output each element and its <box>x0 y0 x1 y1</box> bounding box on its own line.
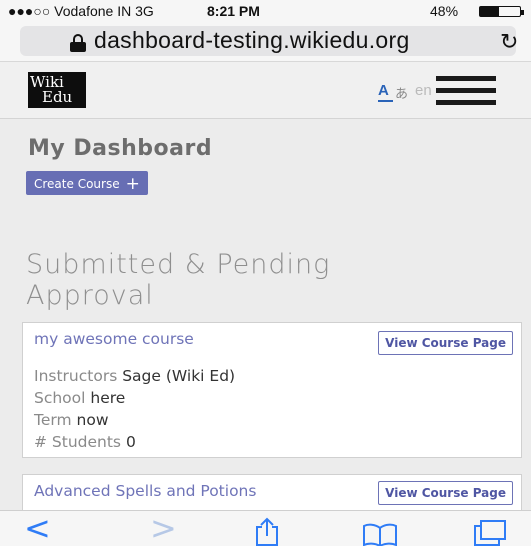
instructors-value: Sage (Wiki Ed) <box>122 367 236 385</box>
instructors-row: Instructors Sage (Wiki Ed) <box>34 367 235 385</box>
hamburger-menu-icon[interactable] <box>436 76 496 106</box>
battery-icon <box>479 6 524 17</box>
view-course-page-button[interactable]: View Course Page <box>378 331 513 355</box>
battery-level <box>480 7 500 16</box>
forward-icon[interactable]: > <box>150 509 177 546</box>
battery-percent: 48% <box>430 3 459 19</box>
create-course-label: Create Course <box>34 177 120 191</box>
section-title: Submitted & Pending Approval <box>26 249 331 311</box>
students-row: # Students 0 <box>34 433 136 451</box>
browser-toolbar: < > <box>0 509 531 546</box>
language-code[interactable]: en <box>415 82 432 99</box>
battery-tip <box>521 10 524 15</box>
translate-icon[interactable]: A あ <box>378 82 418 102</box>
reload-icon[interactable]: ↻ <box>500 30 518 55</box>
students-label: # Students <box>34 433 122 451</box>
school-label: School <box>34 389 86 407</box>
clock: 8:21 PM <box>207 3 260 19</box>
instructors-label: Instructors <box>34 367 118 385</box>
term-label: Term <box>34 411 72 429</box>
tabs-icon[interactable] <box>472 515 508 546</box>
view-course-page-button[interactable]: View Course Page <box>378 481 513 505</box>
course-title[interactable]: my awesome course <box>34 330 194 348</box>
carrier-label: ●●●○○ Vodafone IN 3G <box>8 3 154 19</box>
back-icon[interactable]: < <box>24 509 51 546</box>
create-course-button[interactable]: Create Course + <box>26 171 148 195</box>
translate-glyph-a: A <box>378 82 389 99</box>
url-text[interactable]: dashboard-testing.wikiedu.org <box>94 27 410 54</box>
site-header: Wiki Edu A あ en <box>0 62 531 119</box>
term-value: now <box>76 411 109 429</box>
page-title: My Dashboard <box>28 136 213 161</box>
plus-icon: + <box>125 174 140 194</box>
address-field[interactable]: dashboard-testing.wikiedu.org ↻ <box>20 26 518 56</box>
logo-line-2: Edu <box>42 88 73 106</box>
course-title[interactable]: Advanced Spells and Potions <box>34 482 256 500</box>
course-card: my awesome course View Course Page Instr… <box>22 322 522 458</box>
bookmarks-icon[interactable] <box>362 517 398 546</box>
wiki-edu-logo[interactable]: Wiki Edu <box>28 72 86 108</box>
translate-glyph-jp: あ <box>395 87 409 102</box>
school-value: here <box>90 389 126 407</box>
status-bar: ●●●○○ Vodafone IN 3G 8:21 PM 48% <box>0 0 531 22</box>
school-row: School here <box>34 389 125 407</box>
share-icon[interactable] <box>254 514 280 546</box>
students-value: 0 <box>125 433 136 451</box>
lock-icon <box>70 34 86 52</box>
course-card: Advanced Spells and Potions View Course … <box>22 474 522 514</box>
term-row: Term now <box>34 411 109 429</box>
browser-url-bar: dashboard-testing.wikiedu.org ↻ <box>0 22 531 62</box>
